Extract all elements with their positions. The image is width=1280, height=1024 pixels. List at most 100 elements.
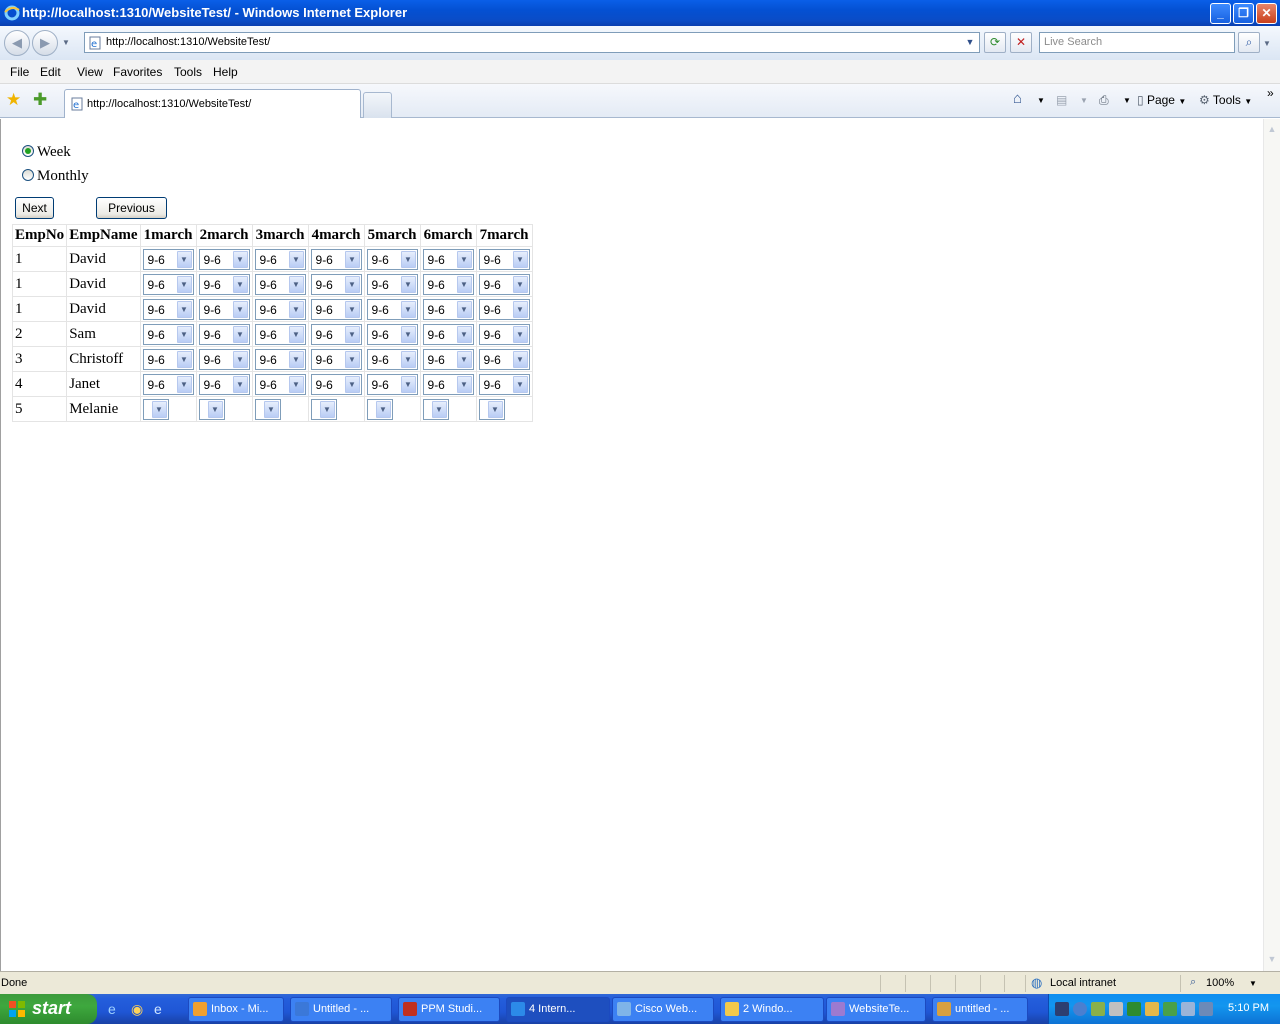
chevron-down-icon[interactable]: ▼: [512, 325, 528, 343]
taskbar-button[interactable]: Untitled - ...: [290, 997, 392, 1022]
close-icon[interactable]: ✕: [1256, 3, 1277, 24]
shift-select[interactable]: 9-6 ▼: [198, 273, 250, 295]
shift-select[interactable]: 9-6 ▼: [422, 273, 474, 295]
chevron-down-icon[interactable]: ▼: [456, 250, 472, 268]
radio-week[interactable]: Week: [22, 144, 71, 162]
next-button[interactable]: Next: [15, 197, 54, 219]
shift-select[interactable]: 9-6 ▼: [142, 323, 194, 345]
chevron-down-icon[interactable]: ▼: [512, 375, 528, 393]
recent-pages-dropdown-icon[interactable]: ▼: [62, 38, 70, 47]
chevron-down-icon[interactable]: ▼: [288, 375, 304, 393]
ie-quicklaunch-icon-2[interactable]: e: [154, 1001, 162, 1017]
tab-current[interactable]: e http://localhost:1310/WebsiteTest/: [64, 89, 361, 118]
shift-select[interactable]: ▼: [422, 398, 449, 420]
taskbar-button[interactable]: 4 Intern...: [506, 997, 610, 1022]
shift-select[interactable]: ▼: [254, 398, 281, 420]
chevron-down-icon[interactable]: ▼: [263, 400, 279, 418]
shift-select[interactable]: 9-6 ▼: [422, 248, 474, 270]
volume-tray-icon[interactable]: [1199, 1002, 1213, 1016]
shift-select[interactable]: 9-6 ▼: [310, 373, 362, 395]
shift-select[interactable]: 9-6 ▼: [142, 298, 194, 320]
chevron-down-icon[interactable]: ▼: [176, 275, 192, 293]
stop-button[interactable]: ✕: [1010, 32, 1032, 53]
chevron-down-icon[interactable]: ▼: [512, 350, 528, 368]
shift-select[interactable]: 9-6 ▼: [366, 298, 418, 320]
shift-select[interactable]: 9-6 ▼: [366, 373, 418, 395]
outlook-quicklaunch-icon[interactable]: ◉: [131, 1001, 143, 1018]
antivirus-tray-icon[interactable]: [1127, 1002, 1141, 1016]
ie-quicklaunch-icon[interactable]: e: [108, 1001, 116, 1017]
chevron-down-icon[interactable]: ▼: [176, 300, 192, 318]
printer-tray-icon[interactable]: [1109, 1002, 1123, 1016]
shift-select[interactable]: 9-6 ▼: [198, 348, 250, 370]
address-bar[interactable]: e http://localhost:1310/WebsiteTest/ ▼: [84, 32, 980, 53]
print-dropdown-icon[interactable]: ▼: [1123, 96, 1131, 105]
shift-select[interactable]: 9-6 ▼: [198, 373, 250, 395]
chevron-down-icon[interactable]: ▼: [232, 250, 248, 268]
shift-select[interactable]: 9-6 ▼: [254, 248, 306, 270]
restore-icon[interactable]: ❐: [1233, 3, 1254, 24]
address-dropdown-icon[interactable]: ▼: [961, 33, 979, 52]
shift-select[interactable]: 9-6 ▼: [310, 298, 362, 320]
chevron-down-icon[interactable]: ▼: [176, 325, 192, 343]
shift-select[interactable]: 9-6 ▼: [422, 323, 474, 345]
chevron-down-icon[interactable]: ▼: [431, 400, 447, 418]
shift-select[interactable]: ▼: [310, 398, 337, 420]
chevron-down-icon[interactable]: ▼: [400, 325, 416, 343]
chevron-down-icon[interactable]: ▼: [456, 300, 472, 318]
chevron-down-icon[interactable]: ▼: [232, 325, 248, 343]
shift-select[interactable]: 9-6 ▼: [310, 273, 362, 295]
forward-button[interactable]: ▶: [32, 30, 58, 56]
shift-select[interactable]: 9-6 ▼: [422, 348, 474, 370]
shift-select[interactable]: 9-6 ▼: [198, 298, 250, 320]
taskbar-button[interactable]: Cisco Web...: [612, 997, 714, 1022]
chevron-down-icon[interactable]: ▼: [400, 350, 416, 368]
search-button[interactable]: ⌕: [1238, 32, 1260, 53]
shift-select[interactable]: 9-6 ▼: [254, 298, 306, 320]
scroll-up-icon[interactable]: ▲: [1266, 122, 1278, 136]
chevron-down-icon[interactable]: ▼: [288, 350, 304, 368]
shift-select[interactable]: 9-6 ▼: [198, 323, 250, 345]
chevron-down-icon[interactable]: ▼: [319, 400, 335, 418]
shift-select[interactable]: 9-6 ▼: [310, 348, 362, 370]
chevron-down-icon[interactable]: ▼: [176, 375, 192, 393]
chevron-down-icon[interactable]: ▼: [456, 275, 472, 293]
chevron-down-icon[interactable]: ▼: [456, 350, 472, 368]
shift-select[interactable]: 9-6 ▼: [254, 373, 306, 395]
chevron-down-icon[interactable]: ▼: [456, 375, 472, 393]
messenger-tray-icon[interactable]: [1145, 1002, 1159, 1016]
zoom-level[interactable]: 100%: [1206, 977, 1234, 989]
scroll-down-icon[interactable]: ▼: [1266, 952, 1278, 966]
menu-favorites[interactable]: Favorites: [113, 65, 162, 79]
shift-select[interactable]: ▼: [142, 398, 169, 420]
page-menu[interactable]: ▯ Page ▼: [1137, 93, 1186, 107]
chevron-down-icon[interactable]: ▼: [344, 300, 360, 318]
minimize-icon[interactable]: _: [1210, 3, 1231, 24]
chevron-down-icon[interactable]: ▼: [400, 250, 416, 268]
menu-file[interactable]: File: [10, 65, 29, 79]
shift-select[interactable]: 9-6 ▼: [366, 348, 418, 370]
chevron-down-icon[interactable]: ▼: [176, 350, 192, 368]
previous-button[interactable]: Previous: [96, 197, 167, 219]
taskbar-button[interactable]: untitled - ...: [932, 997, 1028, 1022]
chevron-down-icon[interactable]: ▼: [207, 400, 223, 418]
chevron-down-icon[interactable]: ▼: [151, 400, 167, 418]
shift-select[interactable]: 9-6 ▼: [254, 348, 306, 370]
shift-select[interactable]: 9-6 ▼: [478, 273, 530, 295]
search-input[interactable]: Live Search: [1039, 32, 1235, 53]
menu-view[interactable]: View: [77, 65, 103, 79]
back-button[interactable]: ◀: [4, 30, 30, 56]
zoom-dropdown-icon[interactable]: ▼: [1249, 979, 1257, 988]
shift-select[interactable]: 9-6 ▼: [478, 373, 530, 395]
chevron-down-icon[interactable]: ▼: [400, 275, 416, 293]
shift-select[interactable]: 9-6 ▼: [198, 248, 250, 270]
menu-help[interactable]: Help: [213, 65, 238, 79]
shift-select[interactable]: 9-6 ▼: [366, 273, 418, 295]
chevron-down-icon[interactable]: ▼: [232, 275, 248, 293]
zoom-icon[interactable]: ⌕: [1190, 976, 1196, 989]
chevron-down-icon[interactable]: ▼: [288, 275, 304, 293]
shift-select[interactable]: 9-6 ▼: [142, 348, 194, 370]
refresh-button[interactable]: ⟳: [984, 32, 1006, 53]
radio-monthly[interactable]: Monthly: [22, 168, 89, 186]
chevron-down-icon[interactable]: ▼: [232, 350, 248, 368]
